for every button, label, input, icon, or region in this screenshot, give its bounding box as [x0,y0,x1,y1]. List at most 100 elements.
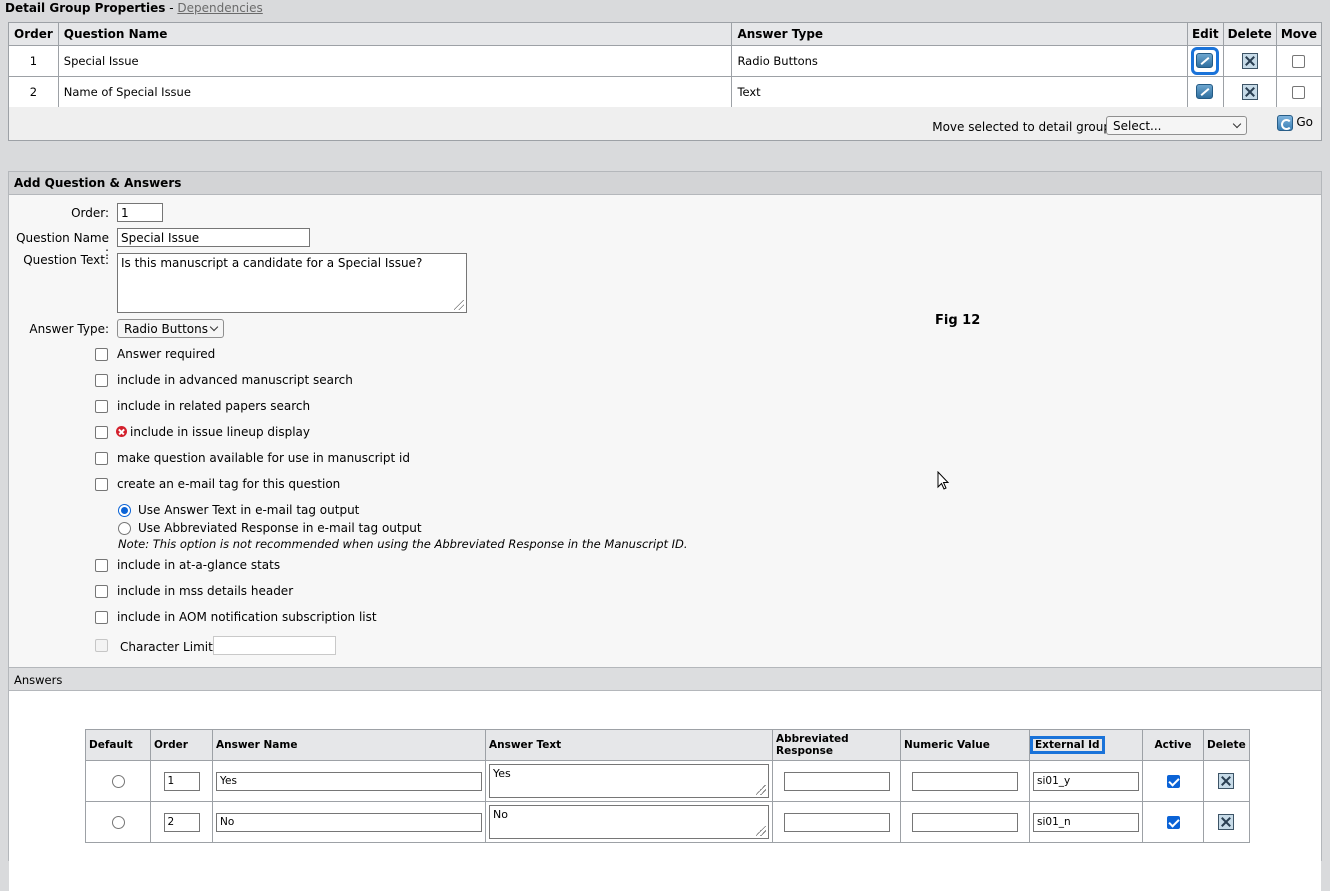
answer-name-input[interactable]: Yes [216,771,482,791]
aom-notification-checkbox[interactable] [95,611,108,624]
panel-title: Add Question & Answers [9,172,1321,195]
order-cell: 1 [150,760,213,802]
option-label-wrapper: include in issue lineup display [116,425,310,439]
order-input[interactable]: 1 [117,203,163,222]
mss-details-checkbox[interactable] [95,585,108,598]
abbreviated-response-input[interactable] [783,771,890,791]
delete-icon[interactable] [1218,814,1235,830]
add-question-panel: Add Question & Answers Order: 1 Question… [8,171,1322,891]
move-checkbox[interactable] [1292,86,1306,99]
related-papers-checkbox[interactable] [95,400,108,413]
external-id-cell: si01_y [1029,760,1143,802]
questions-table: Order Question Name Answer Type Edit Del… [8,22,1323,108]
delete-cell [1203,801,1250,843]
answer-required-checkbox[interactable] [95,348,108,361]
move-row: Move selected to detail group: Select...… [8,107,1322,141]
question-name-input[interactable]: Special Issue [117,228,310,247]
row-order: 1 [8,45,59,77]
row-order: 2 [8,76,59,108]
at-a-glance-checkbox[interactable] [95,559,108,572]
default-radio[interactable] [111,774,125,788]
answers-section-title: Answers [9,667,1321,691]
answer-name-cell: No [212,801,486,843]
answer-text-value: Yes [493,767,511,780]
radio-label: Use Answer Text in e-mail tag output [138,503,360,517]
page-title: Detail Group Properties - Dependencies [5,1,263,15]
edit-icon[interactable] [1191,47,1220,75]
abbreviated-response-radio[interactable] [118,522,131,535]
manuscript-id-checkbox[interactable] [95,452,108,465]
row-edit-cell [1186,45,1224,77]
dependencies-link[interactable]: Dependencies [177,1,262,15]
col-move: Move [1275,22,1323,46]
row-answer-type: Radio Buttons [731,45,1188,77]
col-question-name: Question Name [57,22,733,46]
external-id-header-link[interactable]: External Id [1030,736,1105,754]
option-label: include in issue lineup display [130,425,310,439]
questions-table-header: Order Question Name Answer Type Edit Del… [8,22,1323,46]
answer-type-value: Radio Buttons [124,322,208,336]
abbreviated-response-input[interactable] [783,812,890,832]
resize-handle-icon[interactable] [454,300,464,310]
col-answer-text: Answer Text [485,729,773,761]
answer-text-cell: Yes [485,760,773,802]
question-text-area[interactable]: Is this manuscript a candidate for a Spe… [117,253,467,313]
error-icon [116,426,127,437]
row-question-name: Special Issue [57,45,733,77]
delete-icon[interactable] [1241,84,1258,100]
refresh-go-icon[interactable] [1277,115,1293,131]
move-checkbox[interactable] [1292,55,1306,68]
answer-text-area[interactable]: Yes [489,764,769,798]
row-move-cell [1275,45,1323,77]
answer-type-select[interactable]: Radio Buttons [117,319,224,338]
answer-order-input[interactable]: 2 [163,812,200,832]
col-active: Active [1142,729,1204,761]
row-question-name: Name of Special Issue [57,76,733,108]
active-checkbox[interactable] [1166,815,1180,829]
resize-handle-icon[interactable] [756,826,766,836]
default-cell [85,801,151,843]
option-label: include in AOM notification subscription… [117,610,377,624]
char-limit-label: Character Limit: [120,640,217,654]
answer-text-radio[interactable] [118,504,131,517]
option-label: include in advanced manuscript search [117,373,353,387]
external-id-input[interactable]: si01_y [1033,771,1139,791]
radio-label: Use Abbreviated Response in e-mail tag o… [138,521,422,535]
row-delete-cell [1222,45,1277,77]
email-tag-checkbox[interactable] [95,478,108,491]
character-limit-input[interactable] [213,636,336,655]
numeric-value-input[interactable] [912,812,1018,832]
move-label: Move selected to detail group: [932,120,1115,134]
issue-lineup-checkbox[interactable] [95,426,108,439]
delete-icon[interactable] [1241,53,1258,69]
active-checkbox[interactable] [1166,774,1180,788]
answer-name-input[interactable]: No [216,812,482,832]
table-row: 2 No No si01_n [85,801,1250,843]
order-cell: 2 [150,801,213,843]
external-id-input[interactable]: si01_n [1033,812,1139,832]
title-separator: - [165,1,178,15]
numeric-value-input[interactable] [912,771,1018,791]
col-answer-name: Answer Name [212,729,486,761]
resize-handle-icon[interactable] [756,785,766,795]
go-button[interactable]: Go [1296,115,1313,129]
default-cell [85,760,151,802]
delete-cell [1203,760,1250,802]
move-detail-group-select[interactable]: Select... [1106,116,1247,135]
delete-icon[interactable] [1218,773,1235,789]
order-label: Order: [71,206,109,220]
answer-text-value: No [493,808,508,821]
chevron-down-icon [1232,119,1242,129]
active-cell [1142,801,1204,843]
answer-order-input[interactable]: 1 [163,771,200,791]
advanced-search-checkbox[interactable] [95,374,108,387]
col-answer-type: Answer Type [731,22,1188,46]
row-delete-cell [1222,76,1277,108]
default-radio[interactable] [111,815,125,829]
abbr-cell [772,760,901,802]
answer-text-area[interactable]: No [489,805,769,839]
character-limit-checkbox[interactable] [95,639,108,652]
edit-icon[interactable] [1194,81,1216,103]
mouse-cursor-icon [937,471,950,490]
active-cell [1142,760,1204,802]
